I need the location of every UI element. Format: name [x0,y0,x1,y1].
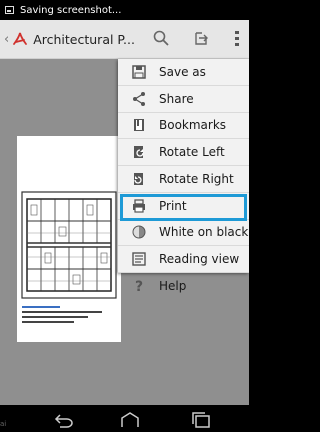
bookmarks-icon [131,117,147,133]
menu-item-bookmarks[interactable]: Bookmarks [118,113,249,140]
edge-text: ai [0,420,7,428]
screenshot-icon [5,6,14,14]
menu-item-reading-view[interactable]: Reading view [118,246,249,273]
menu-item-white-on-black[interactable]: White on black [118,220,249,247]
rotate-right-icon [131,171,147,187]
back-icon[interactable] [52,410,74,428]
white-on-black-icon [131,224,147,240]
menu-item-rotate-right[interactable]: Rotate Right [118,166,249,193]
menu-item-label: White on black [159,225,249,240]
menu-item-label: Save as [159,64,206,79]
navigation-bar [0,405,249,432]
menu-item-save-as[interactable]: Save as [118,59,249,86]
status-text: Saving screenshot... [20,4,122,16]
search-icon[interactable] [152,29,170,47]
floor-plan-drawing [21,191,117,299]
menu-item-print[interactable]: Print [118,193,249,221]
rotate-left-icon [131,144,147,160]
status-bar: Saving screenshot... [0,0,249,20]
svg-text:?: ? [135,279,143,294]
share-icon [131,91,147,107]
export-icon[interactable] [192,29,210,47]
home-icon[interactable] [119,410,141,428]
save-icon [131,64,147,80]
pdf-page[interactable] [17,136,121,342]
drawing-notes [22,306,116,326]
menu-item-label: Reading view [159,252,240,267]
menu-item-label: Rotate Right [159,171,234,186]
menu-item-help[interactable]: ? Help [118,273,249,300]
recent-apps-icon[interactable] [190,410,212,428]
menu-item-label: Share [159,91,194,106]
help-icon: ? [131,278,147,295]
menu-item-label: Help [159,279,187,294]
up-button[interactable]: ‹ [4,32,9,47]
document-title: Architectural P... [33,31,135,47]
print-icon [131,198,147,214]
overflow-menu: Save as Share Bookmarks Rotate Left Rotate R… [118,59,249,295]
reading-view-icon [131,251,147,267]
menu-item-share[interactable]: Share [118,86,249,113]
overflow-icon[interactable] [228,29,246,47]
menu-item-rotate-left[interactable]: Rotate Left [118,139,249,166]
menu-item-label: Print [159,198,187,213]
pdf-icon[interactable] [12,31,28,47]
menu-item-label: Bookmarks [159,118,227,133]
action-bar: ‹ Architectural P... [0,20,249,59]
menu-item-label: Rotate Left [159,145,225,160]
